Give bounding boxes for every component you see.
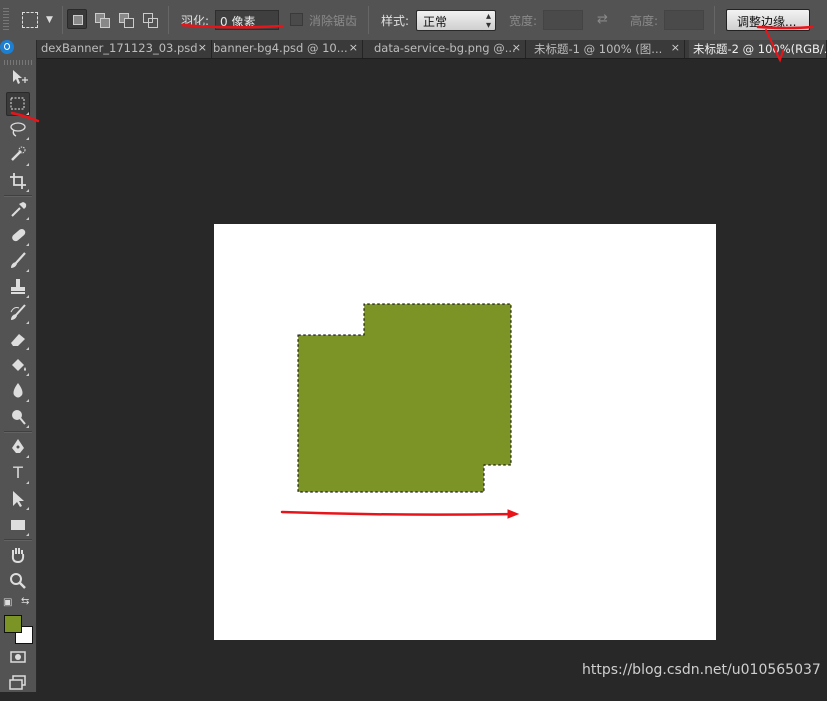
path-select-tool[interactable]	[7, 488, 29, 510]
eyedropper-tool[interactable]	[7, 198, 29, 220]
close-icon[interactable]: ×	[671, 41, 680, 54]
tool-preset-picker[interactable]: ▼	[18, 9, 60, 31]
hand-icon	[11, 548, 25, 564]
tools-panel-grip[interactable]	[4, 60, 32, 65]
healing-brush-tool[interactable]	[7, 224, 29, 246]
document-tab[interactable]: banner-bg4.psd @ 10... ×	[209, 40, 363, 58]
feather-input[interactable]: 0 像素	[215, 10, 279, 30]
close-icon[interactable]: ×	[349, 41, 358, 54]
subtract-from-selection-button[interactable]	[115, 9, 135, 29]
close-icon[interactable]: ×	[198, 41, 207, 54]
move-tool[interactable]	[7, 66, 29, 88]
quick-mask-button[interactable]	[7, 646, 29, 668]
tab-label: 未标题-2 @ 100%(RGB/...	[693, 42, 827, 56]
tab-label: dexBanner_171123_03.psd	[41, 41, 198, 55]
screen-mode-icon	[9, 675, 26, 690]
chevron-down-icon: ▼	[46, 15, 53, 25]
default-colors-icon[interactable]: ▣	[3, 597, 12, 608]
style-label: 样式:	[381, 14, 410, 28]
divider	[62, 6, 63, 34]
pen-tool[interactable]	[7, 436, 29, 458]
screen-mode-button[interactable]	[7, 672, 29, 694]
divider	[714, 6, 715, 34]
move-icon	[13, 70, 28, 84]
width-label: 宽度:	[509, 14, 538, 28]
document-tab-bar: dexBanner_171123_03.psd × banner-bg4.psd…	[37, 40, 827, 59]
history-brush-tool[interactable]	[7, 302, 29, 324]
document-tab[interactable]: dexBanner_171123_03.psd ×	[37, 40, 212, 58]
tab-label: banner-bg4.psd @ 10...	[213, 41, 348, 55]
blur-tool[interactable]	[7, 380, 29, 402]
select-caret-icon: ▴ ▾	[485, 11, 491, 31]
document-tab[interactable]: 未标题-1 @ 100% (图... ×	[530, 40, 685, 58]
eraser-tool[interactable]	[7, 328, 29, 350]
swap-dimensions-icon[interactable]: ⇄	[597, 12, 608, 27]
antialias-label: 消除锯齿	[309, 14, 358, 28]
app-logo-icon	[0, 40, 14, 54]
lasso-tool[interactable]	[7, 118, 29, 140]
rect-marquee-icon	[22, 12, 38, 28]
rect-marquee-tool[interactable]	[6, 92, 30, 116]
brush-tool[interactable]	[7, 250, 29, 272]
divider	[168, 6, 169, 34]
foreground-color-swatch[interactable]	[4, 615, 22, 633]
intersect-selection-button[interactable]	[139, 9, 159, 29]
new-selection-button[interactable]	[67, 9, 87, 29]
height-label: 高度:	[630, 14, 659, 28]
quick-mask-icon	[10, 651, 26, 663]
clone-stamp-tool[interactable]	[7, 276, 29, 298]
paint-bucket-tool[interactable]	[7, 354, 29, 376]
document-tab[interactable]: data-service-bg.png @... ×	[370, 40, 526, 58]
options-bar: ▼ 羽化: 0 像素 消除锯齿 样式: 正常 ▴ ▾ 宽度: ⇄ 高度: 调整边缘…	[0, 0, 827, 41]
width-input[interactable]	[543, 10, 583, 30]
quick-select-tool[interactable]	[7, 144, 29, 166]
dodge-tool[interactable]	[7, 406, 29, 428]
type-tool[interactable]: T	[7, 462, 29, 484]
refine-edge-button[interactable]: 调整边缘...	[726, 9, 810, 31]
options-bar-grip[interactable]	[3, 8, 9, 32]
zoom-tool[interactable]	[7, 570, 29, 592]
add-to-selection-button[interactable]	[91, 9, 111, 29]
document-tab-active[interactable]: 未标题-2 @ 100%(RGB/...	[689, 40, 827, 58]
rectangle-shape-tool[interactable]	[7, 514, 29, 536]
divider	[368, 6, 369, 34]
height-input[interactable]	[664, 10, 704, 30]
crop-tool[interactable]	[7, 170, 29, 192]
style-select-value: 正常	[423, 15, 448, 29]
selected-region	[298, 304, 511, 492]
hand-tool[interactable]	[7, 544, 29, 566]
close-icon[interactable]: ×	[512, 41, 521, 54]
tab-label: data-service-bg.png @...	[374, 41, 516, 55]
selection-layer	[297, 303, 512, 493]
antialias-checkbox[interactable]	[290, 13, 303, 26]
tools-panel: T ▣ ⇆	[0, 40, 37, 692]
zoom-icon	[10, 573, 26, 589]
watermark: https://blog.csdn.net/u010565037	[582, 662, 821, 678]
tab-label: 未标题-1 @ 100% (图...	[534, 42, 663, 56]
feather-label: 羽化:	[181, 14, 210, 28]
swap-colors-icon[interactable]: ⇆	[21, 596, 29, 607]
style-select[interactable]: 正常 ▴ ▾	[416, 10, 496, 31]
type-icon: T	[13, 463, 23, 482]
